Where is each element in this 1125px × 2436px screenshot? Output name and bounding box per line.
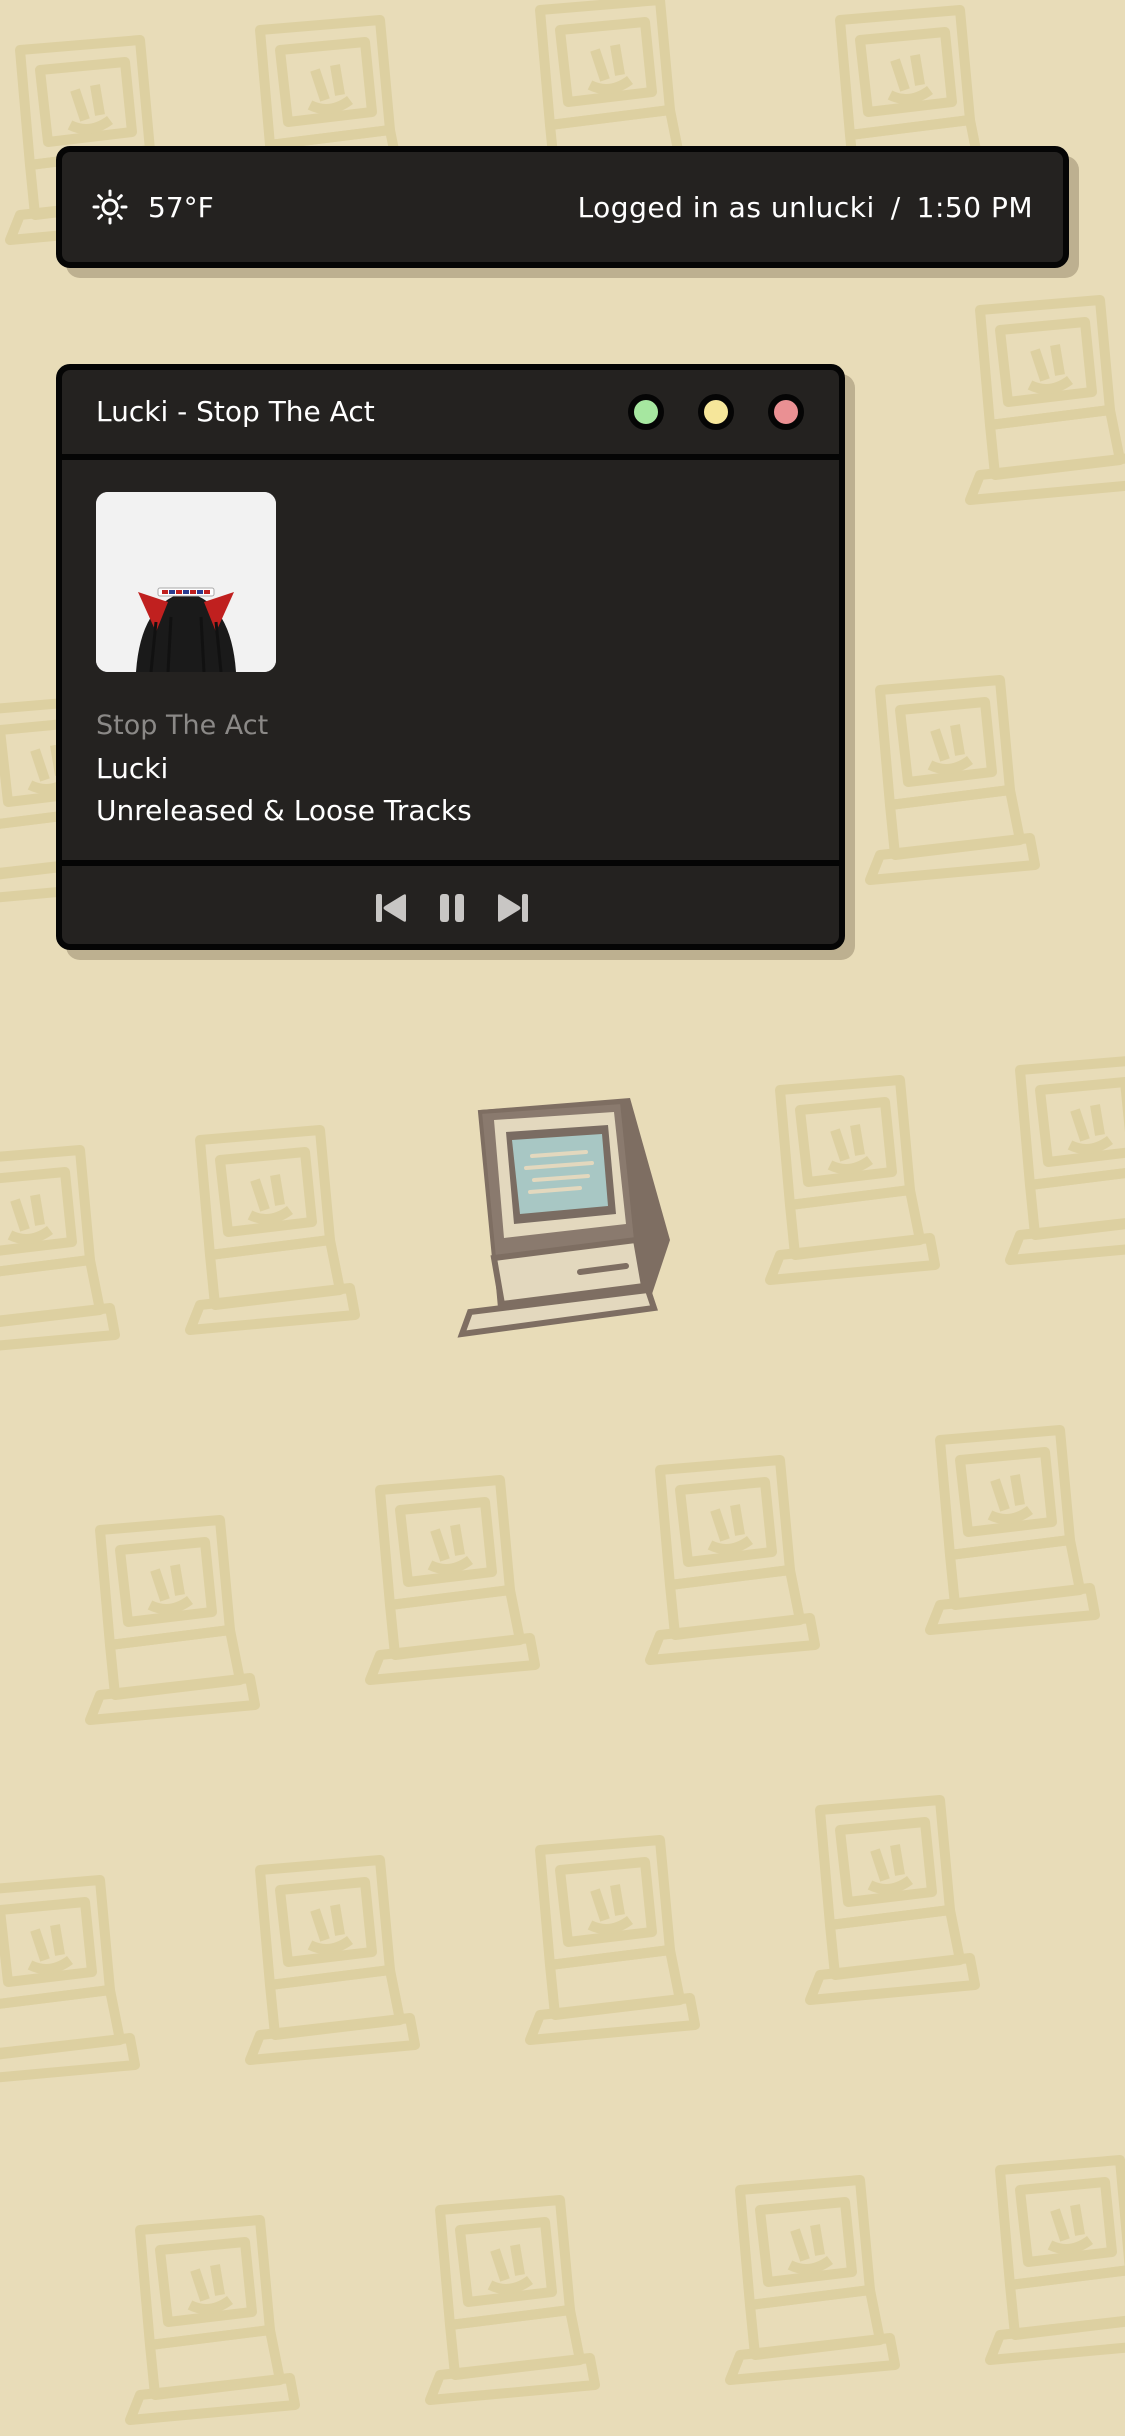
- weather-widget: 57°F: [92, 152, 214, 262]
- next-icon[interactable]: [492, 888, 532, 928]
- window-titlebar[interactable]: Lucki - Stop The Act: [62, 370, 839, 460]
- maximize-button[interactable]: [628, 394, 664, 430]
- computer-illustration: [457, 1098, 670, 1338]
- sun-icon: [92, 189, 128, 225]
- login-status: Logged in as unlucki: [577, 190, 875, 224]
- playback-controls: [62, 860, 839, 950]
- session-info: Logged in as unlucki / 1:50 PM: [578, 152, 1033, 262]
- window-title: Lucki - Stop The Act: [96, 395, 375, 428]
- previous-icon[interactable]: [372, 888, 412, 928]
- music-player-window: Lucki - Stop The Act Stop The Act Lucki …: [56, 364, 845, 950]
- separator: /: [890, 190, 901, 224]
- album-cover-image: [96, 492, 276, 672]
- minimize-button[interactable]: [698, 394, 734, 430]
- album-art: [96, 492, 276, 672]
- pause-icon[interactable]: [432, 888, 472, 928]
- status-bar: 57°F Logged in as unlucki / 1:50 PM: [56, 146, 1069, 268]
- artist-name: Lucki: [96, 752, 169, 785]
- track-title: Stop The Act: [96, 710, 269, 741]
- close-button[interactable]: [768, 394, 804, 430]
- album-name: Unreleased & Loose Tracks: [96, 794, 472, 827]
- clock: 1:50 PM: [916, 190, 1033, 224]
- temperature: 57°F: [148, 190, 214, 224]
